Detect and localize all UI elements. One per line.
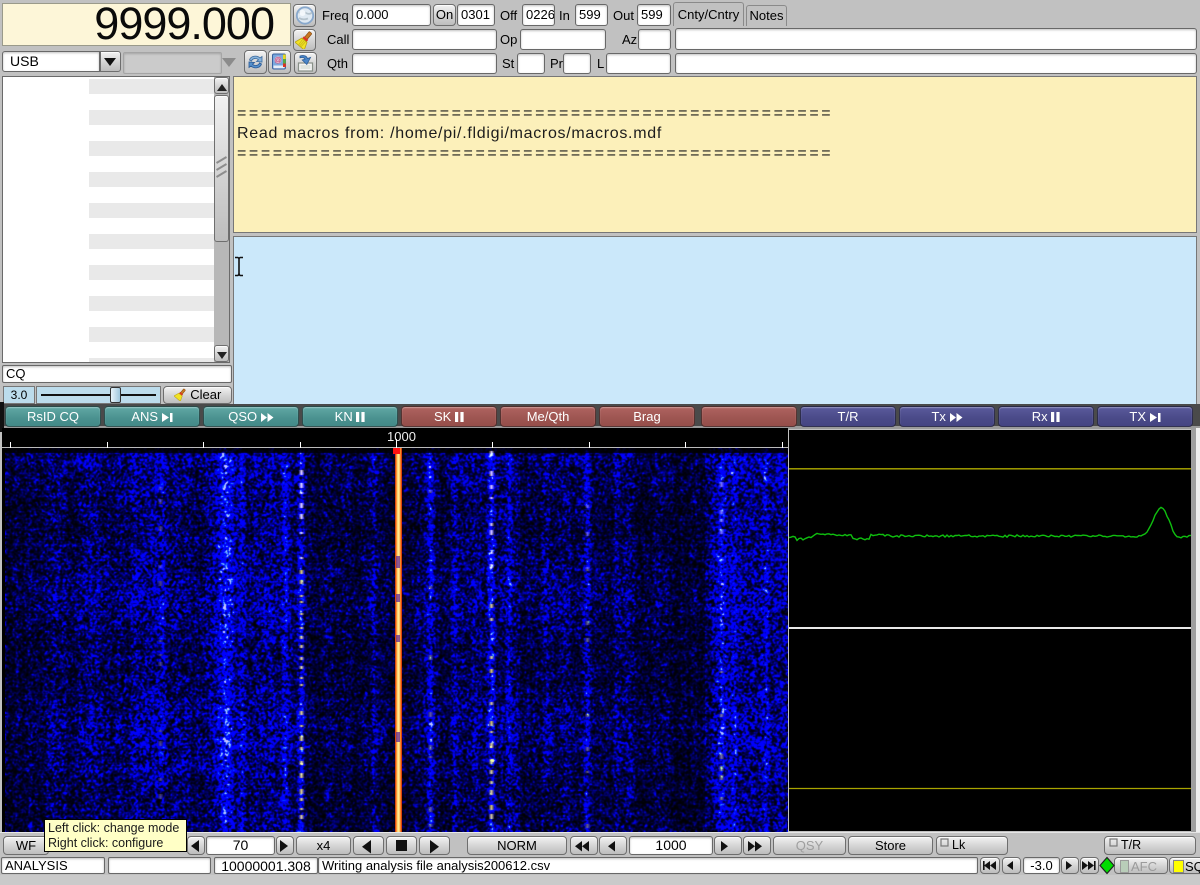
svg-text:T/R: T/R <box>1121 838 1141 852</box>
svg-text:Lk: Lk <box>952 838 966 852</box>
